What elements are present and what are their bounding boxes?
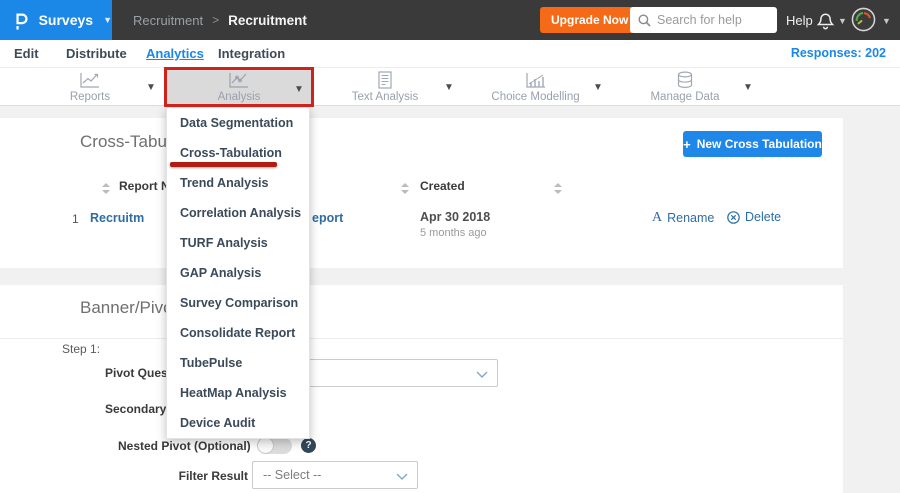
sort-icon[interactable]: [102, 181, 110, 199]
menu-item-tubepulse[interactable]: TubePulse: [167, 348, 309, 378]
document-icon: [378, 71, 392, 89]
caret-down-icon[interactable]: ▼: [444, 82, 454, 93]
caret-down-icon: ▼: [103, 14, 112, 25]
divider: [0, 338, 843, 339]
menu-item-data-segmentation[interactable]: Data Segmentation: [167, 108, 309, 138]
avatar: [851, 7, 876, 32]
menu-item-cross-tabulation[interactable]: Cross-Tabulation: [167, 138, 309, 168]
toolbar-item-choice-modelling[interactable]: Choice Modelling: [488, 68, 583, 106]
rename-button[interactable]: A Rename: [652, 210, 714, 226]
responses-count[interactable]: Responses: 202: [791, 40, 886, 67]
breadcrumb-separator: >: [212, 13, 220, 27]
nested-pivot-label: Nested Pivot (Optional): [118, 439, 251, 453]
notifications-button[interactable]: [816, 9, 835, 35]
section-title-banner-pivot: Banner/Pivo: [80, 298, 173, 317]
menu-item-trend-analysis[interactable]: Trend Analysis: [167, 168, 309, 198]
created-date: Apr 30 2018: [420, 210, 491, 224]
caret-down-icon[interactable]: ▼: [146, 82, 156, 93]
pivot-question-label: Pivot Ques: [105, 366, 168, 380]
menu-item-correlation-analysis[interactable]: Correlation Analysis: [167, 198, 309, 228]
sort-icon[interactable]: [554, 181, 562, 199]
report-name-link-continued[interactable]: eport: [312, 211, 343, 225]
account-avatar[interactable]: [851, 7, 876, 37]
column-header-created: Created: [420, 179, 465, 193]
menu-item-gap-analysis[interactable]: GAP Analysis: [167, 258, 309, 288]
search-icon: [638, 14, 651, 27]
delete-circle-x-icon: [727, 210, 740, 224]
tab-analytics[interactable]: Analytics: [146, 40, 204, 67]
filter-result-select[interactable]: -- Select --: [252, 461, 418, 489]
chevron-down-icon: [476, 371, 488, 378]
breadcrumb-current: Recruitment: [228, 12, 307, 28]
caret-down-icon[interactable]: ▼: [593, 82, 603, 93]
tab-distribute[interactable]: Distribute: [66, 40, 127, 67]
caret-down-icon[interactable]: ▼: [294, 84, 304, 95]
row-number: 1: [72, 212, 79, 226]
database-icon: [677, 71, 693, 88]
toggle-knob: [257, 437, 274, 454]
top-navbar: Surveys ▼ Recruitment > Recruitment Upgr…: [0, 0, 900, 40]
product-name: Surveys: [38, 12, 94, 28]
analysis-dropdown-menu: Data Segmentation Cross-Tabulation Trend…: [166, 107, 310, 439]
help-circle-icon[interactable]: ?: [301, 438, 316, 453]
app-window: Surveys ▼ Recruitment > Recruitment Upgr…: [0, 0, 900, 493]
breadcrumb: Recruitment > Recruitment: [133, 0, 307, 40]
caret-down-icon[interactable]: ▼: [838, 17, 847, 26]
menu-item-consolidate-report[interactable]: Consolidate Report: [167, 318, 309, 348]
plus-icon: +: [683, 136, 691, 152]
search-input[interactable]: [630, 7, 777, 33]
bell-icon: [816, 13, 835, 30]
tab-edit[interactable]: Edit: [14, 40, 39, 67]
toolbar-item-manage-data[interactable]: Manage Data: [640, 68, 730, 106]
sort-icon[interactable]: [401, 181, 409, 199]
cross-tabulation-card: Cross-Tabula + New Cross Tabulation Repo…: [0, 118, 843, 317]
survey-nav: Edit Distribute Analytics Integration Re…: [0, 40, 900, 68]
menu-item-heatmap-analysis[interactable]: HeatMap Analysis: [167, 378, 309, 408]
toolbar-item-analysis[interactable]: Analysis ▼: [164, 67, 314, 107]
menu-item-survey-comparison[interactable]: Survey Comparison: [167, 288, 309, 318]
line-chart-icon: [80, 72, 99, 88]
analysis-chart-icon: [229, 72, 248, 88]
new-cross-tabulation-button[interactable]: + New Cross Tabulation: [683, 131, 822, 157]
analytics-toolbar: Reports ▼ Analysis ▼ Text Analysis ▼ Cho…: [0, 67, 900, 107]
banner-pivot-card: Banner/Pivo Step 1: Pivot Ques Secondary…: [0, 285, 843, 493]
breadcrumb-parent[interactable]: Recruitment: [133, 13, 203, 28]
tab-integration[interactable]: Integration: [218, 40, 285, 67]
step-label: Step 1:: [62, 342, 101, 356]
delete-button[interactable]: Delete: [727, 210, 781, 224]
menu-item-device-audit[interactable]: Device Audit: [167, 408, 309, 438]
nested-pivot-toggle[interactable]: [257, 437, 292, 454]
questionpro-logo-icon: [16, 13, 28, 30]
help-link[interactable]: Help: [786, 13, 813, 28]
toolbar-item-text-analysis[interactable]: Text Analysis: [340, 68, 430, 106]
menu-item-turf-analysis[interactable]: TURF Analysis: [167, 228, 309, 258]
help-search: [630, 7, 777, 33]
secondary-pivot-label: Secondary: [105, 402, 167, 416]
caret-down-icon[interactable]: ▼: [882, 17, 891, 26]
report-name-link[interactable]: Recruitm: [90, 211, 144, 225]
created-ago: 5 months ago: [420, 227, 487, 239]
toolbar-item-reports[interactable]: Reports: [45, 68, 135, 106]
chevron-down-icon: [396, 473, 408, 480]
surveys-product-menu[interactable]: Surveys ▼: [0, 0, 112, 40]
filter-result-label: Filter Result: [178, 469, 248, 483]
bar-line-chart-icon: [525, 72, 545, 88]
rename-letter-icon: A: [652, 210, 663, 225]
caret-down-icon[interactable]: ▼: [743, 82, 753, 93]
upgrade-now-button[interactable]: Upgrade Now: [540, 7, 640, 33]
